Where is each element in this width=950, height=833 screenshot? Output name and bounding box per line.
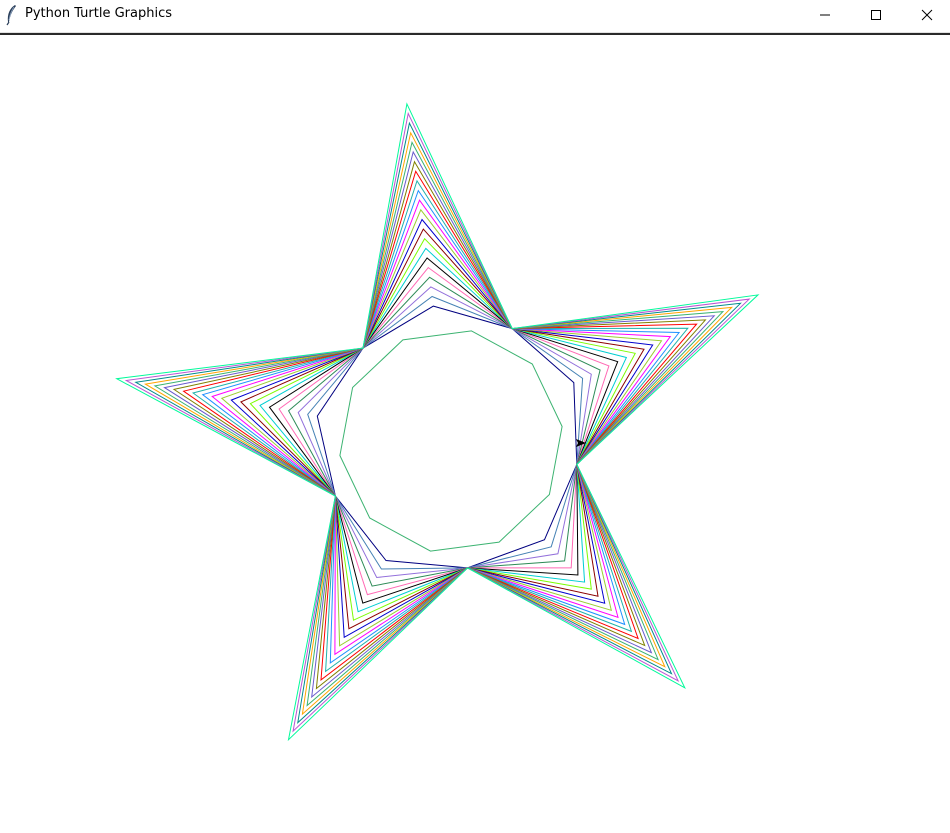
turtle-window: Python Turtle Graphics bbox=[0, 0, 950, 833]
close-button[interactable] bbox=[904, 0, 950, 29]
close-icon bbox=[921, 9, 933, 20]
title-bar[interactable]: Python Turtle Graphics bbox=[0, 0, 950, 33]
feather-icon bbox=[6, 5, 16, 26]
turtle-canvas-area[interactable] bbox=[0, 33, 950, 833]
minimize-icon bbox=[820, 14, 830, 15]
maximize-button[interactable] bbox=[853, 0, 899, 29]
maximize-icon bbox=[871, 9, 881, 20]
window-title: Python Turtle Graphics bbox=[25, 6, 172, 21]
inner-outline bbox=[339, 330, 563, 552]
minimize-button[interactable] bbox=[802, 0, 848, 29]
turtle-drawing bbox=[115, 102, 760, 742]
